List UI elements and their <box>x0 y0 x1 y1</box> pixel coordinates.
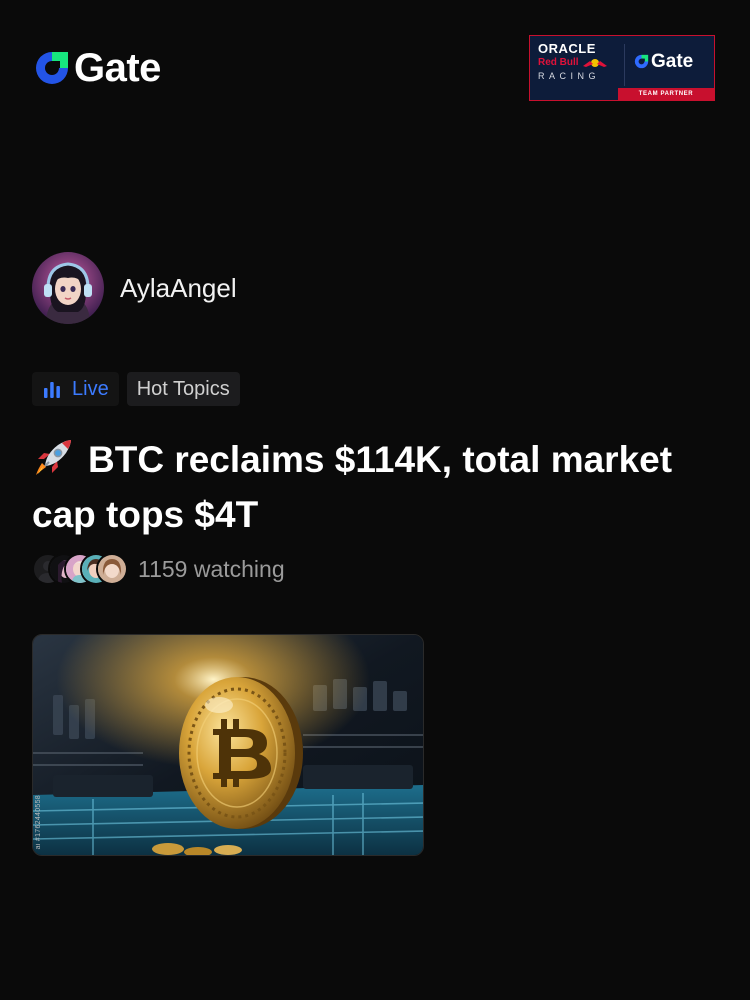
gate-logo-text: Gate <box>74 46 161 90</box>
avatar <box>96 553 128 585</box>
hot-topics-tag[interactable]: Hot Topics <box>126 372 240 406</box>
gate-logo-icon <box>36 52 68 84</box>
gate-logo[interactable]: Gate <box>34 48 161 88</box>
gate-logo-icon <box>634 54 649 69</box>
bar-chart-icon <box>44 382 60 398</box>
partner-gate-text: Gate <box>651 51 694 72</box>
author-block[interactable]: AylaAngel <box>32 252 237 324</box>
avatar[interactable] <box>32 252 104 324</box>
racing-text: RACING <box>538 71 601 81</box>
rocket-icon <box>36 440 71 475</box>
watchers-row: 1159 watching <box>32 552 285 586</box>
post-title-text: BTC reclaims $114K, total market cap top… <box>32 439 673 535</box>
bull-icon <box>582 59 607 67</box>
stock-id: ai #1762440558 <box>35 794 42 849</box>
live-tag[interactable]: Live <box>32 372 119 406</box>
partner-divider <box>624 44 625 86</box>
bitcoin-image <box>33 635 423 855</box>
team-partner-strip: TEAM PARTNER <box>618 88 714 100</box>
post-image[interactable]: ai #1762440558 <box>32 634 424 856</box>
watcher-avatars <box>32 552 132 586</box>
author-name[interactable]: AylaAngel <box>120 273 237 304</box>
live-label: Live <box>72 377 109 400</box>
post-title[interactable]: BTC reclaims $114K, total market cap top… <box>32 432 732 542</box>
partner-gate-logo: Gate <box>634 52 693 71</box>
oracle-redbull-logo: ORACLE Red Bull RACING <box>538 42 620 81</box>
redbull-text: Red Bull <box>538 57 579 68</box>
tag-row: Live Hot Topics <box>32 372 240 406</box>
watching-count: 1159 watching <box>138 555 285 582</box>
oracle-text: ORACLE <box>538 41 596 56</box>
partner-badge[interactable]: ORACLE Red Bull RACING Gate TEAM PARTNER <box>529 35 715 101</box>
